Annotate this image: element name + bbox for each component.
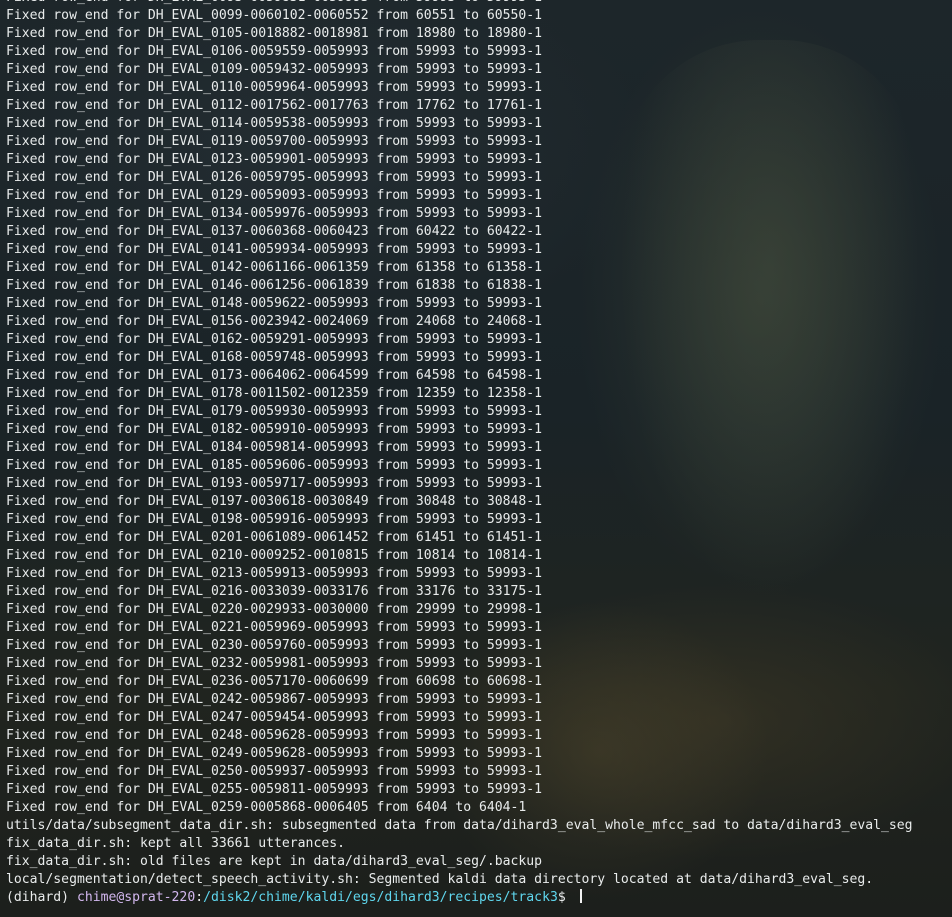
- terminal-line: Fixed row_end for DH_EVAL_0137-0060368-0…: [6, 224, 543, 239]
- terminal-line: Fixed row_end for DH_EVAL_0106-0059559-0…: [6, 44, 543, 59]
- terminal-line: Fixed row_end for DH_EVAL_0178-0011502-0…: [6, 386, 543, 401]
- terminal-line: Fixed row_end for DH_EVAL_0148-0059622-0…: [6, 296, 543, 311]
- terminal-line: Fixed row_end for DH_EVAL_0141-0059934-0…: [6, 242, 543, 257]
- shell-prompt[interactable]: (dihard) chime@sprat-220:/disk2/chime/ka…: [6, 889, 952, 907]
- terminal-line: Fixed row_end for DH_EVAL_0134-0059976-0…: [6, 206, 543, 221]
- terminal-line: Fixed row_end for DH_EVAL_0249-0059628-0…: [6, 746, 543, 761]
- terminal-line: Fixed row_end for DH_EVAL_0232-0059981-0…: [6, 656, 543, 671]
- terminal-output: Fixed row_end for DH_EVAL_0093-0059831-0…: [6, 0, 952, 889]
- terminal-line: fix_data_dir.sh: old files are kept in d…: [6, 854, 543, 869]
- terminal-line: Fixed row_end for DH_EVAL_0119-0059700-0…: [6, 134, 543, 149]
- working-directory: /disk2/chime/kaldi/egs/dihard3/recipes/t…: [203, 890, 558, 905]
- terminal-line: Fixed row_end for DH_EVAL_0185-0059606-0…: [6, 458, 543, 473]
- terminal-line: Fixed row_end for DH_EVAL_0168-0059748-0…: [6, 350, 543, 365]
- terminal-line: Fixed row_end for DH_EVAL_0198-0059916-0…: [6, 512, 543, 527]
- terminal-line: local/segmentation/detect_speech_activit…: [6, 872, 874, 887]
- terminal-line: Fixed row_end for DH_EVAL_0173-0064062-0…: [6, 368, 543, 383]
- terminal-line: Fixed row_end for DH_EVAL_0179-0059930-0…: [6, 404, 543, 419]
- terminal-line: Fixed row_end for DH_EVAL_0182-0059910-0…: [6, 422, 543, 437]
- terminal-line: Fixed row_end for DH_EVAL_0220-0029933-0…: [6, 602, 543, 617]
- terminal-line: Fixed row_end for DH_EVAL_0162-0059291-0…: [6, 332, 543, 347]
- terminal-line: Fixed row_end for DH_EVAL_0250-0059937-0…: [6, 764, 543, 779]
- terminal-line: Fixed row_end for DH_EVAL_0221-0059969-0…: [6, 620, 543, 635]
- terminal-line: Fixed row_end for DH_EVAL_0193-0059717-0…: [6, 476, 543, 491]
- prompt-symbol: $: [557, 890, 574, 905]
- terminal-line: Fixed row_end for DH_EVAL_0184-0059814-0…: [6, 440, 543, 455]
- terminal-line: Fixed row_end for DH_EVAL_0123-0059901-0…: [6, 152, 543, 167]
- terminal-line: Fixed row_end for DH_EVAL_0197-0030618-0…: [6, 494, 543, 509]
- terminal-line: Fixed row_end for DH_EVAL_0213-0059913-0…: [6, 566, 543, 581]
- terminal-line: Fixed row_end for DH_EVAL_0242-0059867-0…: [6, 692, 543, 707]
- terminal-line: Fixed row_end for DH_EVAL_0114-0059538-0…: [6, 116, 543, 131]
- terminal-window[interactable]: Fixed row_end for DH_EVAL_0093-0059831-0…: [0, 0, 952, 917]
- terminal-line: Fixed row_end for DH_EVAL_0142-0061166-0…: [6, 260, 543, 275]
- text-cursor[interactable]: [579, 889, 582, 903]
- terminal-line: Fixed row_end for DH_EVAL_0210-0009252-0…: [6, 548, 543, 563]
- terminal-line: Fixed row_end for DH_EVAL_0255-0059811-0…: [6, 782, 543, 797]
- terminal-line: Fixed row_end for DH_EVAL_0216-0033039-0…: [6, 584, 543, 599]
- conda-env-label: (dihard): [6, 890, 77, 905]
- terminal-line: Fixed row_end for DH_EVAL_0156-0023942-0…: [6, 314, 543, 329]
- terminal-line: fix_data_dir.sh: kept all 33661 utteranc…: [6, 836, 345, 851]
- terminal-line: Fixed row_end for DH_EVAL_0259-0005868-0…: [6, 800, 527, 815]
- prompt-separator: :: [195, 890, 204, 905]
- terminal-line: Fixed row_end for DH_EVAL_0109-0059432-0…: [6, 62, 543, 77]
- terminal-line: Fixed row_end for DH_EVAL_0236-0057170-0…: [6, 674, 543, 689]
- terminal-line: Fixed row_end for DH_EVAL_0129-0059093-0…: [6, 188, 543, 203]
- terminal-line: Fixed row_end for DH_EVAL_0248-0059628-0…: [6, 728, 543, 743]
- terminal-line: Fixed row_end for DH_EVAL_0112-0017562-0…: [6, 98, 543, 113]
- terminal-line: Fixed row_end for DH_EVAL_0099-0060102-0…: [6, 8, 543, 23]
- terminal-line: Fixed row_end for DH_EVAL_0201-0061089-0…: [6, 530, 543, 545]
- user-host: chime@sprat-220: [76, 890, 196, 905]
- terminal-line: Fixed row_end for DH_EVAL_0230-0059760-0…: [6, 638, 543, 653]
- terminal-line: utils/data/subsegment_data_dir.sh: subse…: [6, 818, 913, 833]
- terminal-line: Fixed row_end for DH_EVAL_0105-0018882-0…: [6, 26, 543, 41]
- terminal-line: Fixed row_end for DH_EVAL_0093-0059831-0…: [6, 0, 952, 7]
- terminal-line: Fixed row_end for DH_EVAL_0126-0059795-0…: [6, 170, 543, 185]
- terminal-line: Fixed row_end for DH_EVAL_0247-0059454-0…: [6, 710, 543, 725]
- terminal-line: Fixed row_end for DH_EVAL_0146-0061256-0…: [6, 278, 543, 293]
- terminal-line: Fixed row_end for DH_EVAL_0110-0059964-0…: [6, 80, 543, 95]
